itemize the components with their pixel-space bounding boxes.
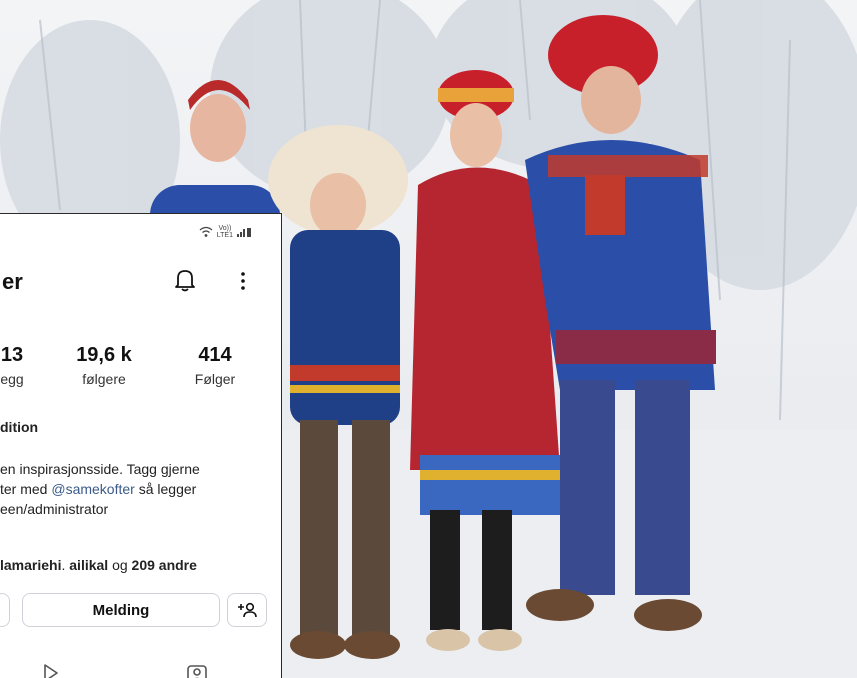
bio-line: een/administrator bbox=[0, 501, 109, 517]
followed-by[interactable]: lamariehi. ailikal og 209 andre bbox=[0, 557, 197, 573]
profile-name: er bbox=[2, 269, 23, 294]
profile-stats: 13 egg 19,6 k følgere 414 Følger bbox=[0, 344, 281, 394]
following-count: 414 bbox=[198, 344, 232, 366]
following-stat[interactable]: 414 Følger bbox=[170, 344, 260, 387]
follow-button[interactable] bbox=[0, 593, 10, 627]
status-bar: Vo)) LTE1 bbox=[199, 224, 251, 240]
profile-header: er bbox=[0, 264, 281, 304]
bio-line: en inspirasjonsside. Tagg gjerne bbox=[0, 461, 200, 477]
reels-tab-icon[interactable] bbox=[40, 662, 62, 678]
following-label: Følger bbox=[194, 371, 236, 387]
followers-count: 19,6 k bbox=[76, 344, 132, 366]
add-person-button[interactable] bbox=[227, 593, 267, 627]
wifi-icon bbox=[199, 226, 213, 237]
tagged-tab-icon[interactable] bbox=[186, 662, 208, 678]
network-type-label: Vo)) LTE1 bbox=[216, 225, 233, 239]
followers-stat[interactable]: 19,6 k følgere bbox=[64, 344, 144, 387]
bio-text: en inspirasjonsside. Tagg gjerne ter med… bbox=[0, 459, 278, 519]
add-person-icon bbox=[238, 602, 257, 618]
posts-stat[interactable]: 13 egg bbox=[0, 344, 28, 387]
bio-title: dition bbox=[0, 419, 39, 435]
message-button[interactable]: Melding bbox=[22, 593, 220, 627]
kebab-menu-icon[interactable] bbox=[237, 271, 249, 291]
instagram-profile-panel: Vo)) LTE1 er 13 egg 19,6 k følgere 414 F… bbox=[0, 213, 282, 678]
posts-label: egg bbox=[0, 371, 24, 387]
signal-icon bbox=[237, 228, 251, 237]
bio-line: ter med @samekofter så legger bbox=[0, 481, 197, 497]
posts-count: 13 bbox=[0, 344, 24, 366]
followers-label: følgere bbox=[82, 371, 126, 387]
mention-link[interactable]: @samekofter bbox=[51, 481, 134, 497]
notification-bell-icon[interactable] bbox=[174, 267, 196, 293]
